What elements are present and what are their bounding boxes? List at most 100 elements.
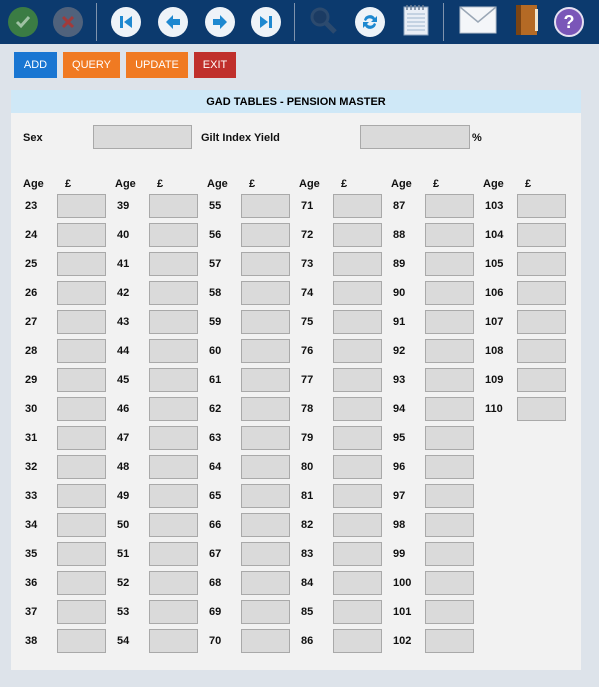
rate-input[interactable] — [333, 310, 382, 334]
rate-input[interactable] — [241, 281, 290, 305]
rate-input[interactable] — [333, 223, 382, 247]
rate-input[interactable] — [425, 571, 474, 595]
rate-input[interactable] — [333, 194, 382, 218]
sex-field[interactable] — [93, 125, 192, 149]
rate-input[interactable] — [425, 455, 474, 479]
rate-input[interactable] — [425, 194, 474, 218]
rate-input[interactable] — [57, 368, 106, 392]
rate-input[interactable] — [241, 629, 290, 653]
next-record-button[interactable] — [202, 4, 238, 40]
rate-input[interactable] — [241, 426, 290, 450]
first-record-button[interactable] — [108, 4, 144, 40]
rate-input[interactable] — [57, 223, 106, 247]
rate-input[interactable] — [57, 310, 106, 334]
rate-input[interactable] — [425, 281, 474, 305]
rate-input[interactable] — [333, 484, 382, 508]
rate-input[interactable] — [241, 513, 290, 537]
rate-input[interactable] — [333, 368, 382, 392]
rate-input[interactable] — [57, 194, 106, 218]
rate-input[interactable] — [425, 368, 474, 392]
rate-input[interactable] — [241, 397, 290, 421]
rate-input[interactable] — [425, 397, 474, 421]
rate-input[interactable] — [149, 194, 198, 218]
rate-input[interactable] — [57, 484, 106, 508]
rate-input[interactable] — [517, 223, 566, 247]
rate-input[interactable] — [425, 542, 474, 566]
cancel-button[interactable] — [50, 4, 86, 40]
rate-input[interactable] — [57, 571, 106, 595]
rate-input[interactable] — [517, 194, 566, 218]
rate-input[interactable] — [425, 426, 474, 450]
rate-input[interactable] — [149, 310, 198, 334]
rate-input[interactable] — [57, 252, 106, 276]
rate-input[interactable] — [333, 571, 382, 595]
rate-input[interactable] — [149, 484, 198, 508]
confirm-button[interactable] — [5, 4, 41, 40]
rate-input[interactable] — [517, 397, 566, 421]
rate-input[interactable] — [149, 600, 198, 624]
rate-input[interactable] — [241, 194, 290, 218]
rate-input[interactable] — [241, 368, 290, 392]
rate-input[interactable] — [57, 339, 106, 363]
rate-input[interactable] — [333, 600, 382, 624]
rate-input[interactable] — [425, 600, 474, 624]
rate-input[interactable] — [517, 339, 566, 363]
rate-input[interactable] — [241, 600, 290, 624]
rate-input[interactable] — [149, 571, 198, 595]
refresh-button[interactable] — [352, 4, 388, 40]
rate-input[interactable] — [333, 252, 382, 276]
rate-input[interactable] — [425, 223, 474, 247]
rate-input[interactable] — [333, 281, 382, 305]
rate-input[interactable] — [517, 252, 566, 276]
rate-input[interactable] — [149, 513, 198, 537]
rate-input[interactable] — [333, 629, 382, 653]
rate-input[interactable] — [425, 484, 474, 508]
rate-input[interactable] — [57, 513, 106, 537]
rate-input[interactable] — [57, 426, 106, 450]
rate-input[interactable] — [57, 542, 106, 566]
rate-input[interactable] — [241, 542, 290, 566]
rate-input[interactable] — [333, 426, 382, 450]
help-button[interactable]: ? — [551, 4, 587, 40]
rate-input[interactable] — [57, 600, 106, 624]
email-button[interactable] — [458, 4, 498, 40]
update-button[interactable]: UPDATE — [126, 52, 188, 78]
rate-input[interactable] — [57, 455, 106, 479]
rate-input[interactable] — [333, 339, 382, 363]
rate-input[interactable] — [149, 281, 198, 305]
rate-input[interactable] — [425, 252, 474, 276]
rate-input[interactable] — [149, 397, 198, 421]
rate-input[interactable] — [333, 513, 382, 537]
address-book-button[interactable] — [508, 4, 544, 40]
rate-input[interactable] — [517, 281, 566, 305]
rate-input[interactable] — [241, 310, 290, 334]
last-record-button[interactable] — [248, 4, 284, 40]
rate-input[interactable] — [149, 252, 198, 276]
rate-input[interactable] — [241, 571, 290, 595]
rate-input[interactable] — [333, 397, 382, 421]
rate-input[interactable] — [241, 339, 290, 363]
search-button[interactable] — [305, 4, 341, 40]
rate-input[interactable] — [333, 455, 382, 479]
rate-input[interactable] — [241, 252, 290, 276]
rate-input[interactable] — [425, 629, 474, 653]
rate-input[interactable] — [149, 629, 198, 653]
previous-record-button[interactable] — [155, 4, 191, 40]
rate-input[interactable] — [333, 542, 382, 566]
rate-input[interactable] — [425, 310, 474, 334]
rate-input[interactable] — [241, 484, 290, 508]
rate-input[interactable] — [149, 368, 198, 392]
rate-input[interactable] — [149, 542, 198, 566]
exit-button[interactable]: EXIT — [194, 52, 236, 78]
rate-input[interactable] — [425, 339, 474, 363]
notepad-button[interactable] — [398, 4, 434, 40]
rate-input[interactable] — [149, 339, 198, 363]
rate-input[interactable] — [149, 223, 198, 247]
rate-input[interactable] — [149, 455, 198, 479]
rate-input[interactable] — [149, 426, 198, 450]
rate-input[interactable] — [241, 223, 290, 247]
rate-input[interactable] — [241, 455, 290, 479]
rate-input[interactable] — [517, 368, 566, 392]
rate-input[interactable] — [425, 513, 474, 537]
rate-input[interactable] — [57, 397, 106, 421]
